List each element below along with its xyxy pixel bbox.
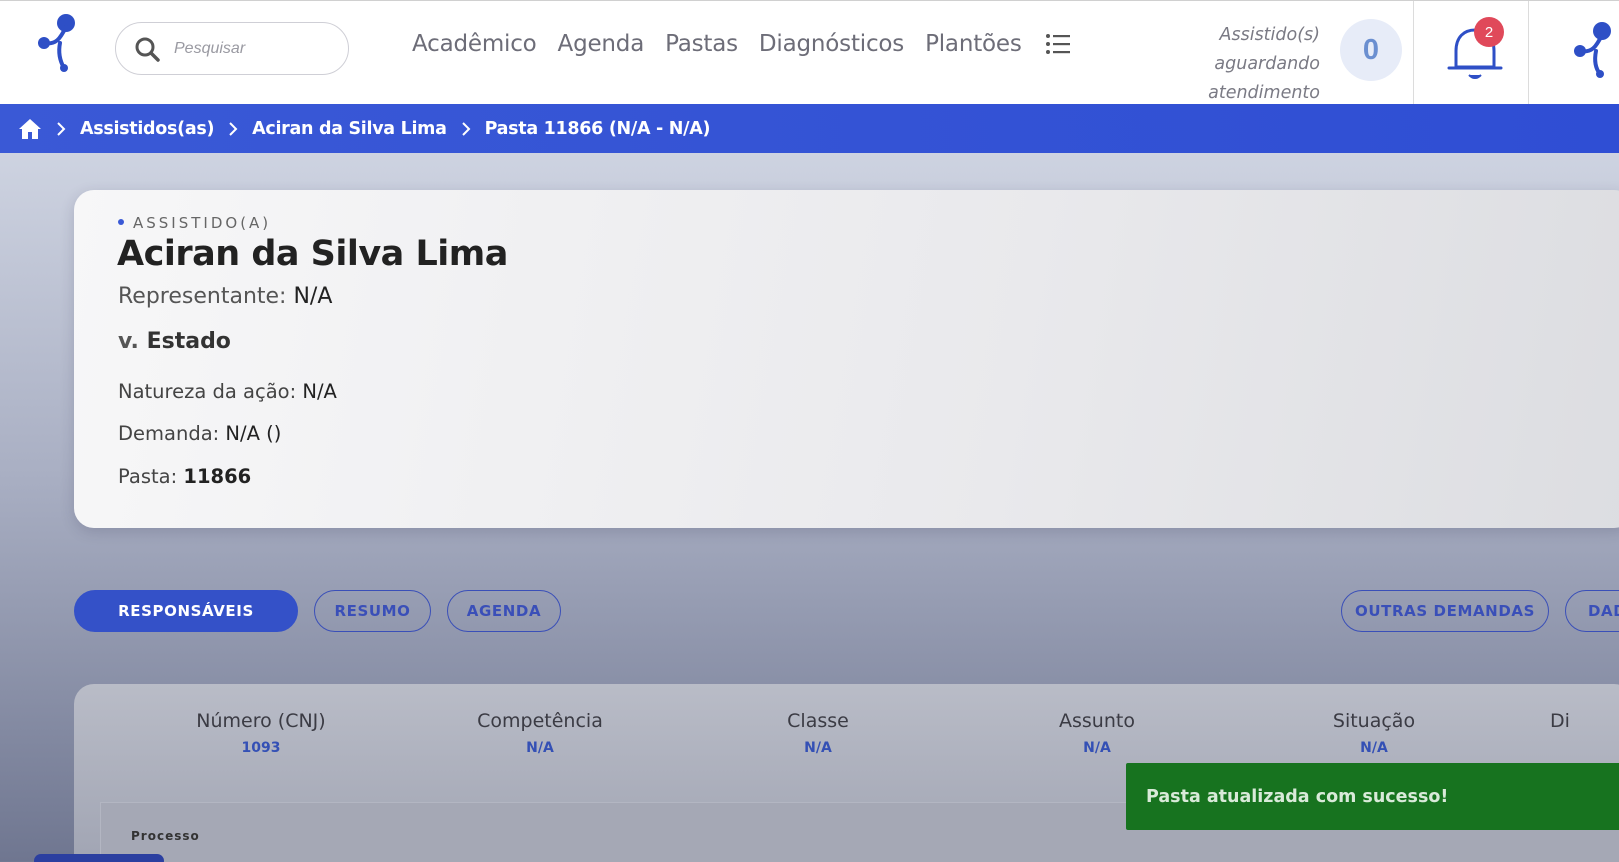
demanda-value: N/A ()	[225, 422, 282, 445]
col-header: Di	[1550, 710, 1570, 732]
col-value: N/A	[526, 740, 554, 756]
nav-pastas[interactable]: Pastas	[665, 31, 738, 57]
versus-field: v. Estado	[118, 329, 231, 354]
app-logo-icon[interactable]	[36, 13, 80, 73]
breadcrumb: Assistidos(as) Aciran da Silva Lima Past…	[0, 104, 1619, 153]
main-nav: Acadêmico Agenda Pastas Diagnósticos Pla…	[412, 31, 1071, 57]
person-name: Aciran da Silva Lima	[117, 234, 508, 274]
tab-outras-demandas[interactable]: OUTRAS DEMANDAS	[1341, 590, 1549, 632]
pasta-label: Pasta:	[118, 465, 178, 488]
divider	[1413, 1, 1414, 105]
chevron-right-icon	[229, 121, 238, 136]
tab-dados[interactable]: DAD	[1565, 590, 1619, 632]
col-header: Classe	[787, 710, 849, 732]
success-toast: Pasta atualizada com sucesso!	[1126, 763, 1619, 830]
col-classe: Classe N/A	[708, 710, 928, 756]
eyebrow-dot	[118, 218, 124, 225]
waiting-count-badge[interactable]: 0	[1340, 19, 1402, 81]
col-value: N/A	[1360, 740, 1388, 756]
col-partial: Di	[1550, 710, 1610, 732]
notification-count-badge: 2	[1474, 17, 1504, 47]
tab-responsaveis[interactable]: RESPONSÁVEIS	[74, 590, 298, 632]
col-competencia: Competência N/A	[430, 710, 650, 756]
process-section-label: Processo	[131, 829, 200, 843]
col-header: Assunto	[1059, 710, 1135, 732]
col-header: Número (CNJ)	[196, 710, 326, 732]
demanda-field: Demanda: N/A ()	[118, 422, 281, 445]
home-icon[interactable]	[18, 118, 42, 140]
secondary-logo-icon[interactable]	[1574, 19, 1619, 79]
nav-agenda[interactable]: Agenda	[558, 31, 645, 57]
col-value: N/A	[1083, 740, 1111, 756]
divider	[1528, 1, 1529, 105]
col-header: Competência	[477, 710, 603, 732]
waiting-label: Assistido(s) aguardando atendimento	[1190, 21, 1320, 108]
nav-diagnosticos[interactable]: Diagnósticos	[759, 31, 904, 57]
natureza-label: Natureza da ação:	[118, 380, 297, 403]
chevron-right-icon	[57, 121, 66, 136]
pasta-value: 11866	[183, 465, 252, 488]
versus-prefix: v.	[118, 329, 139, 354]
tab-agenda[interactable]: AGENDA	[447, 590, 561, 632]
chevron-right-icon	[461, 121, 471, 136]
natureza-field: Natureza da ação: N/A	[118, 380, 337, 403]
nav-plantoes[interactable]: Plantões	[925, 31, 1022, 57]
col-assunto: Assunto N/A	[987, 710, 1207, 756]
card-eyebrow: ASSISTIDO(A)	[118, 214, 271, 232]
breadcrumb-person[interactable]: Aciran da Silva Lima	[252, 119, 447, 139]
notifications-button[interactable]: 2	[1444, 17, 1506, 83]
col-value: N/A	[804, 740, 832, 756]
col-header: Situação	[1332, 710, 1416, 732]
breadcrumb-assistidos[interactable]: Assistidos(as)	[80, 119, 214, 139]
list-menu-icon[interactable]	[1045, 33, 1071, 55]
top-bar: Acadêmico Agenda Pastas Diagnósticos Pla…	[0, 0, 1619, 105]
nav-academico[interactable]: Acadêmico	[412, 31, 537, 57]
search-box[interactable]	[115, 22, 349, 75]
tab-resumo[interactable]: RESUMO	[314, 590, 431, 632]
breadcrumb-pasta[interactable]: Pasta 11866 (N/A - N/A)	[485, 119, 711, 139]
assistido-card: ASSISTIDO(A) Aciran da Silva Lima Repres…	[74, 190, 1619, 528]
col-situacao: Situação N/A	[1264, 710, 1484, 756]
col-value[interactable]: 1093	[151, 740, 371, 756]
eyebrow-text: ASSISTIDO(A)	[133, 214, 272, 232]
representante-label: Representante:	[118, 284, 287, 309]
versus-value: Estado	[146, 329, 231, 354]
representante-field: Representante: N/A	[118, 284, 332, 309]
col-numero: Número (CNJ) 1093	[151, 710, 371, 756]
search-icon	[135, 37, 160, 62]
pasta-field: Pasta: 11866	[118, 465, 251, 488]
demanda-label: Demanda:	[118, 422, 220, 445]
floating-button[interactable]	[34, 854, 164, 862]
waiting-label-line: Assistido(s)	[1219, 25, 1321, 45]
search-input[interactable]	[174, 39, 334, 58]
waiting-label-line: aguardando	[1214, 54, 1320, 74]
natureza-value: N/A	[302, 380, 337, 403]
representante-value: N/A	[293, 284, 333, 309]
